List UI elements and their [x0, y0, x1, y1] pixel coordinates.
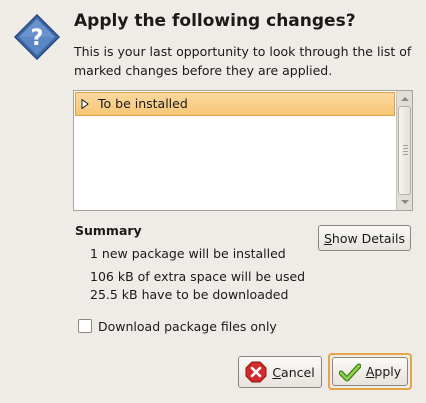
- changes-list[interactable]: To be installed: [73, 90, 413, 211]
- grip-line: [403, 145, 408, 146]
- cancel-icon: [245, 361, 267, 383]
- apply-button[interactable]: Apply: [332, 357, 408, 386]
- scrollbar-thumb[interactable]: [398, 106, 411, 195]
- grip-line: [403, 151, 408, 152]
- summary-line: 25.5 kB have to be downloaded: [90, 287, 289, 302]
- apply-mnemonic: A: [365, 364, 375, 379]
- grip-line: [403, 148, 408, 149]
- grip-line: [403, 154, 408, 155]
- cancel-button[interactable]: Cancel: [238, 356, 322, 388]
- download-only-label: Download package files only: [98, 318, 277, 334]
- download-only-option[interactable]: Download package files only: [78, 318, 277, 334]
- vertical-scrollbar[interactable]: [396, 91, 412, 210]
- scroll-down-arrow-icon[interactable]: [398, 195, 412, 209]
- question-icon: ?: [14, 14, 60, 60]
- cancel-label: ancel: [281, 364, 315, 380]
- summary-line: 1 new package will be installed: [90, 246, 286, 261]
- svg-text:?: ?: [31, 26, 44, 51]
- show-details-mnemonic: S: [323, 230, 332, 246]
- download-only-checkbox[interactable]: [78, 319, 92, 333]
- dialog-title: Apply the following changes?: [74, 11, 356, 31]
- summary-line: 106 kB of extra space will be used: [90, 269, 306, 284]
- cancel-mnemonic: C: [272, 364, 282, 380]
- list-item[interactable]: To be installed: [75, 92, 395, 116]
- apply-button-focus-ring: Apply: [328, 353, 412, 390]
- apply-label: pply: [374, 364, 402, 379]
- show-details-button[interactable]: Show Details: [318, 225, 411, 251]
- scroll-up-arrow-icon[interactable]: [398, 92, 412, 106]
- show-details-label: how Details: [331, 230, 406, 246]
- expander-arrow-icon[interactable]: [81, 99, 89, 109]
- dialog-message: This is your last opportunity to look th…: [74, 44, 412, 78]
- list-item-label: To be installed: [98, 96, 188, 111]
- checkmark-icon: [338, 363, 361, 381]
- summary-heading: Summary: [75, 223, 142, 238]
